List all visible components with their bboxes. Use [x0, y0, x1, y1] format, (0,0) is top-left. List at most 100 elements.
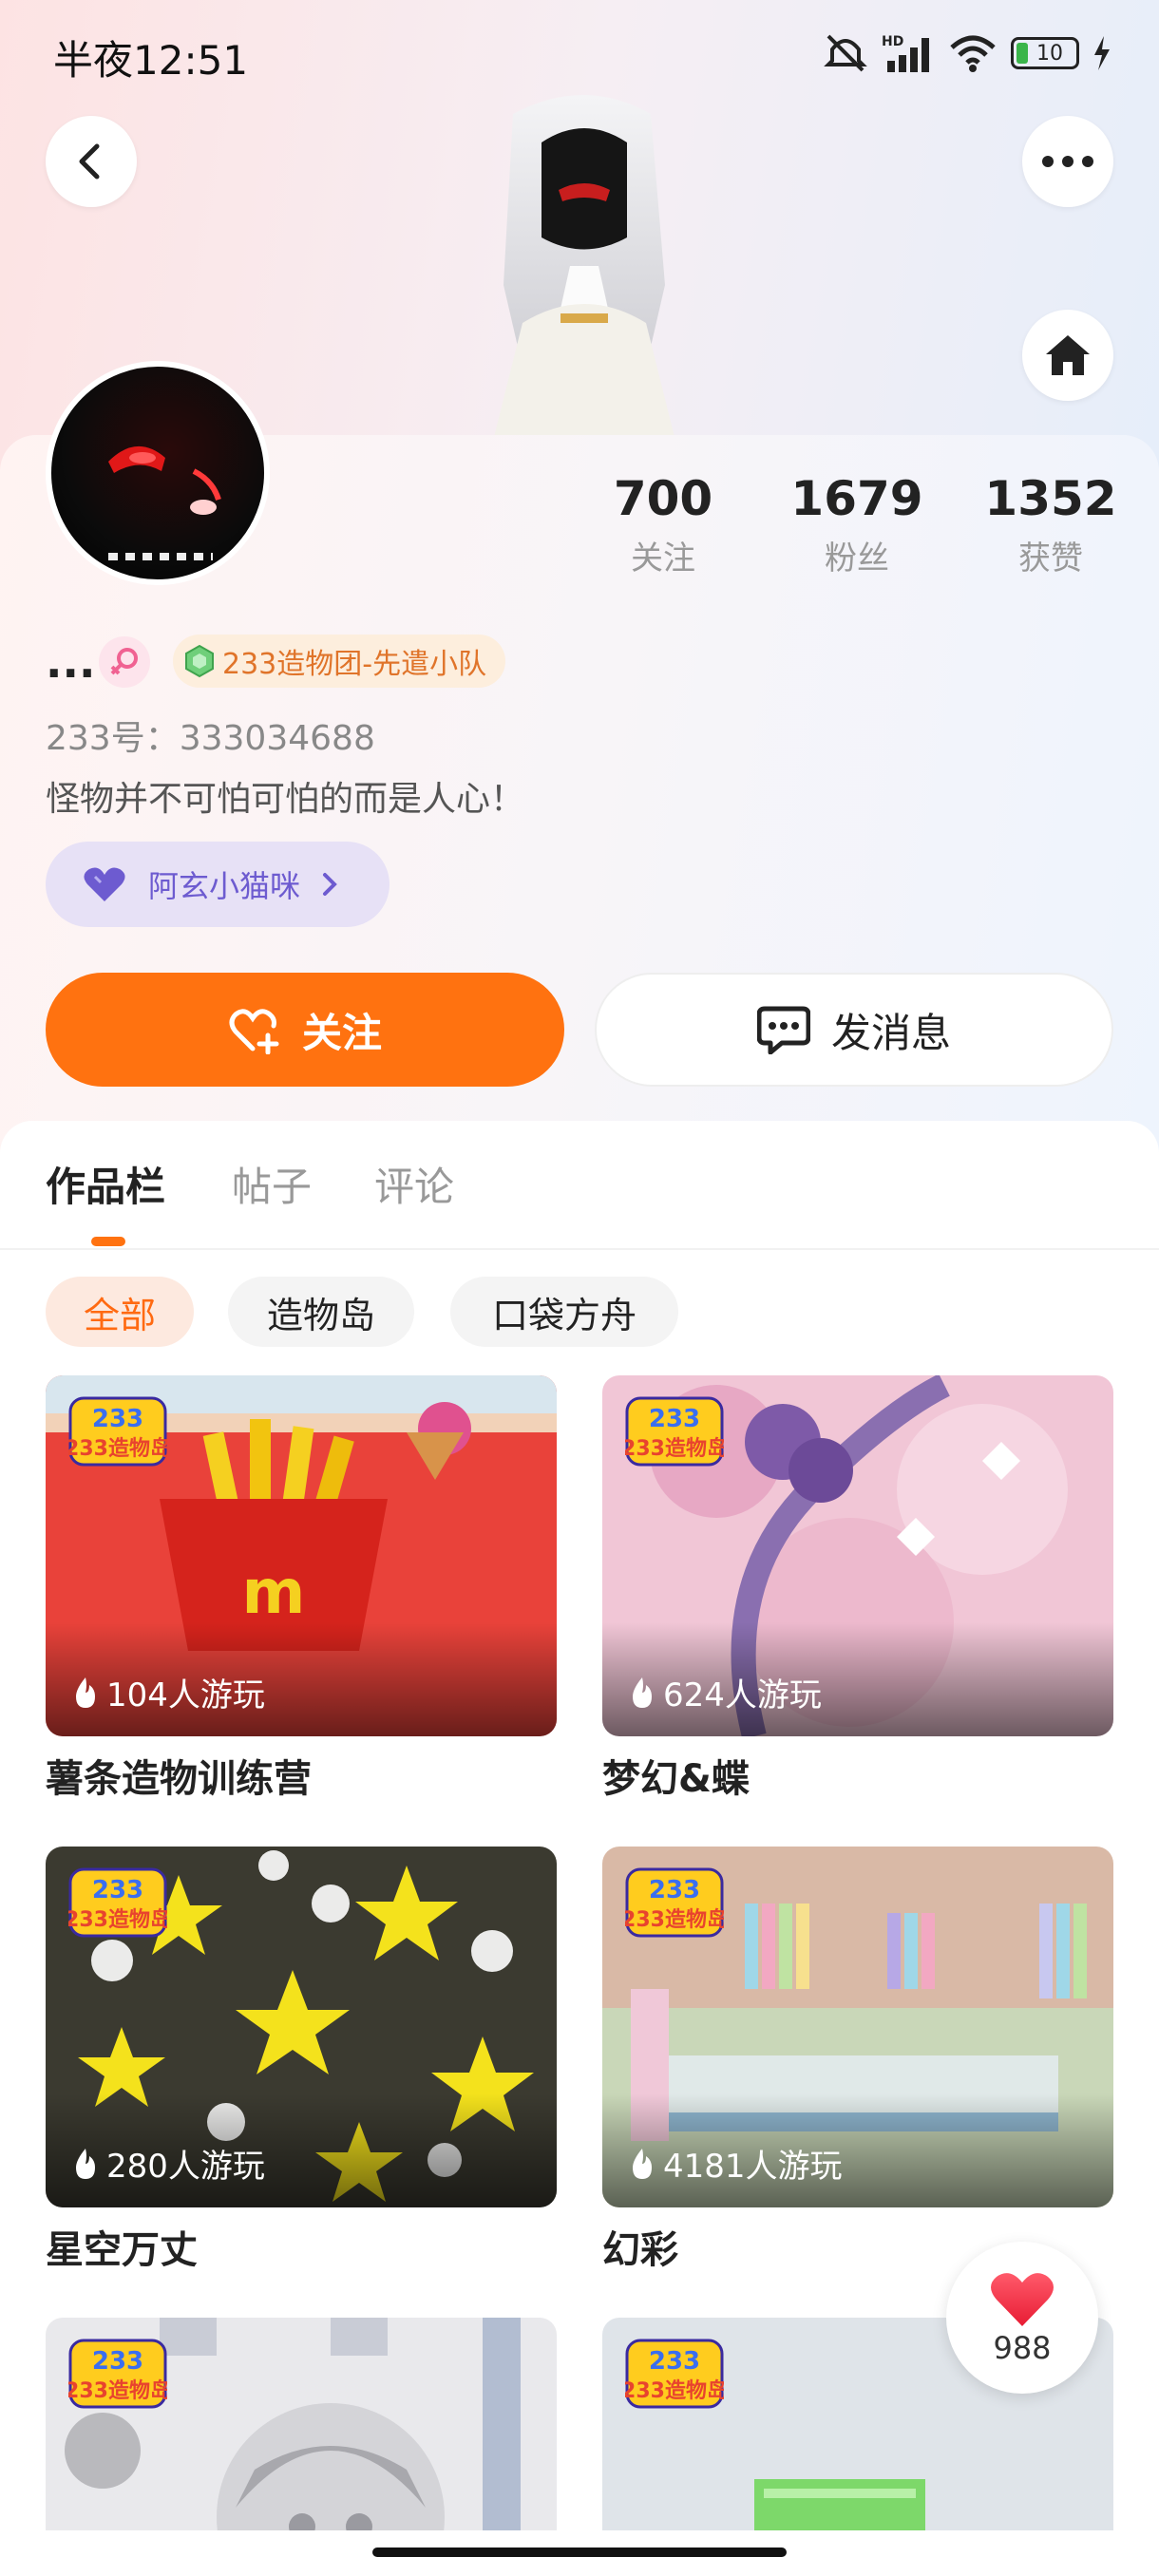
233-logo: 233 233造物岛	[625, 2339, 724, 2409]
233-logo: 233 233造物岛	[625, 1867, 724, 1938]
stat-value: 1352	[984, 471, 1117, 526]
status-icons: HD 10	[823, 32, 1112, 74]
play-count: 280人游玩	[72, 2140, 265, 2187]
233-logo: 233 233造物岛	[68, 2339, 167, 2409]
stat-value: 700	[613, 471, 713, 526]
chevron-left-icon	[79, 143, 100, 180]
233-logo: 233 233造物岛	[68, 1396, 167, 1467]
logo-text: 233造物岛	[68, 1436, 167, 1461]
gender-badge	[99, 636, 150, 688]
stat-label: 获赞	[1018, 540, 1083, 578]
nickname: ...	[46, 636, 96, 688]
heart-icon	[84, 867, 125, 901]
like-count: 988	[993, 2330, 1052, 2366]
flame-icon	[76, 1676, 95, 1708]
work-thumbnail: 233 233造物岛 280人游玩	[46, 1847, 557, 2207]
battery-icon: 10	[1011, 37, 1079, 69]
stat-value: 1679	[790, 471, 923, 526]
avatar-image	[108, 445, 221, 560]
svg-text:233: 233	[649, 1876, 700, 1904]
stat-following[interactable]: 700 关注	[568, 471, 758, 578]
mute-icon	[824, 34, 867, 72]
work-thumbnail: 233 233造物岛 624人游玩	[602, 1375, 1113, 1736]
play-count-label: 4181人游玩	[663, 2148, 843, 2186]
svg-text:233: 233	[92, 1876, 143, 1904]
work-card[interactable]: 233 233造物岛 624人游玩 梦幻&蝶	[602, 1375, 1113, 1803]
chevron-right-icon	[323, 873, 337, 896]
back-button[interactable]	[46, 116, 137, 207]
svg-text:233造物岛: 233造物岛	[68, 2378, 167, 2403]
user-id[interactable]: 233号：333034688	[46, 710, 375, 760]
fan-tag-label: 阿玄小猫咪	[148, 868, 301, 904]
svg-text:233造物岛: 233造物岛	[625, 1436, 724, 1461]
play-count: 104人游玩	[72, 1669, 265, 1715]
work-card[interactable]: 233 233造物岛	[46, 2318, 557, 2530]
banner-character-image	[494, 95, 674, 437]
filter-all[interactable]: 全部	[46, 1277, 194, 1347]
work-thumbnail: m 233 233造物岛 104人游玩	[46, 1375, 557, 1736]
stat-label: 粉丝	[825, 540, 889, 578]
wifi-icon	[950, 35, 996, 72]
signal-icon: HD	[882, 34, 929, 72]
svg-text:m: m	[242, 1558, 306, 1628]
svg-text:233: 233	[92, 1405, 143, 1433]
flame-icon	[76, 2148, 95, 2179]
team-badge[interactable]: 233造物团-先遣小队	[173, 635, 506, 688]
tab-posts[interactable]: 帖子	[232, 1155, 312, 1213]
battery-level: 10	[1036, 41, 1063, 66]
follow-button-label: 关注	[301, 1009, 382, 1056]
bio: 怪物并不可怕可怕的而是人心！	[46, 780, 525, 819]
message-button[interactable]: 发消息	[595, 973, 1113, 1087]
stat-label: 关注	[631, 540, 695, 578]
work-title: 星空万丈	[46, 2228, 198, 2272]
follow-button[interactable]: 关注	[46, 973, 564, 1087]
message-button-label: 发消息	[830, 1009, 951, 1056]
like-button[interactable]: 988	[946, 2242, 1098, 2394]
status-time: 半夜12:51	[53, 37, 249, 84]
home-icon	[1046, 335, 1090, 375]
stat-fans[interactable]: 1679 粉丝	[762, 471, 952, 578]
stat-likes[interactable]: 1352 获赞	[956, 471, 1146, 578]
heart-plus-icon	[229, 1009, 279, 1054]
gem-icon	[185, 644, 214, 678]
work-title: 梦幻&蝶	[602, 1757, 750, 1801]
play-count-label: 280人游玩	[106, 2148, 265, 2186]
heart-icon	[991, 2273, 1054, 2326]
work-card[interactable]: 233 233造物岛 280人游玩 星空万丈	[46, 1847, 557, 2274]
work-title: 薯条造物训练营	[46, 1757, 312, 1801]
svg-text:233造物岛: 233造物岛	[625, 1907, 724, 1932]
svg-text:233: 233	[649, 2347, 700, 2376]
female-icon	[110, 648, 138, 675]
flame-icon	[633, 1676, 652, 1708]
svg-text:233造物岛: 233造物岛	[68, 1907, 167, 1932]
svg-text:233: 233	[649, 1405, 700, 1433]
svg-text:HD: HD	[882, 34, 903, 49]
233-logo: 233 233造物岛	[68, 1867, 167, 1938]
play-count: 624人游玩	[629, 1669, 822, 1715]
svg-text:233: 233	[92, 2347, 143, 2376]
tab-indicator	[91, 1237, 125, 1246]
avatar[interactable]	[46, 361, 270, 585]
tab-bar: 作品栏 帖子 评论	[0, 1151, 1159, 1250]
work-thumbnail: 233 233造物岛 4181人游玩	[602, 1847, 1113, 2207]
more-dots-icon	[1042, 156, 1093, 167]
home-indicator[interactable]	[372, 2548, 787, 2557]
charging-icon	[1094, 36, 1110, 70]
work-card[interactable]: m 233 233造物岛 104人游玩 薯条造物训练营	[46, 1375, 557, 1803]
chat-bubble-icon	[756, 1006, 810, 1054]
fan-tag[interactable]: 阿玄小猫咪	[46, 842, 390, 927]
filter-creation-island[interactable]: 造物岛	[228, 1277, 414, 1347]
home-button[interactable]	[1022, 310, 1113, 401]
filter-pocket-ark[interactable]: 口袋方舟	[450, 1277, 678, 1347]
work-thumbnail: 233 233造物岛	[46, 2318, 557, 2530]
play-count-label: 104人游玩	[106, 1676, 265, 1714]
tab-comments[interactable]: 评论	[374, 1155, 454, 1213]
team-badge-label: 233造物团-先遣小队	[222, 648, 487, 681]
tab-works[interactable]: 作品栏	[46, 1155, 165, 1213]
233-logo: 233 233造物岛	[625, 1396, 724, 1467]
play-count: 4181人游玩	[629, 2140, 843, 2187]
svg-text:233造物岛: 233造物岛	[625, 2378, 724, 2403]
more-button[interactable]	[1022, 116, 1113, 207]
work-card[interactable]: 233 233造物岛 4181人游玩 幻彩	[602, 1847, 1113, 2274]
flame-icon	[633, 2148, 652, 2179]
